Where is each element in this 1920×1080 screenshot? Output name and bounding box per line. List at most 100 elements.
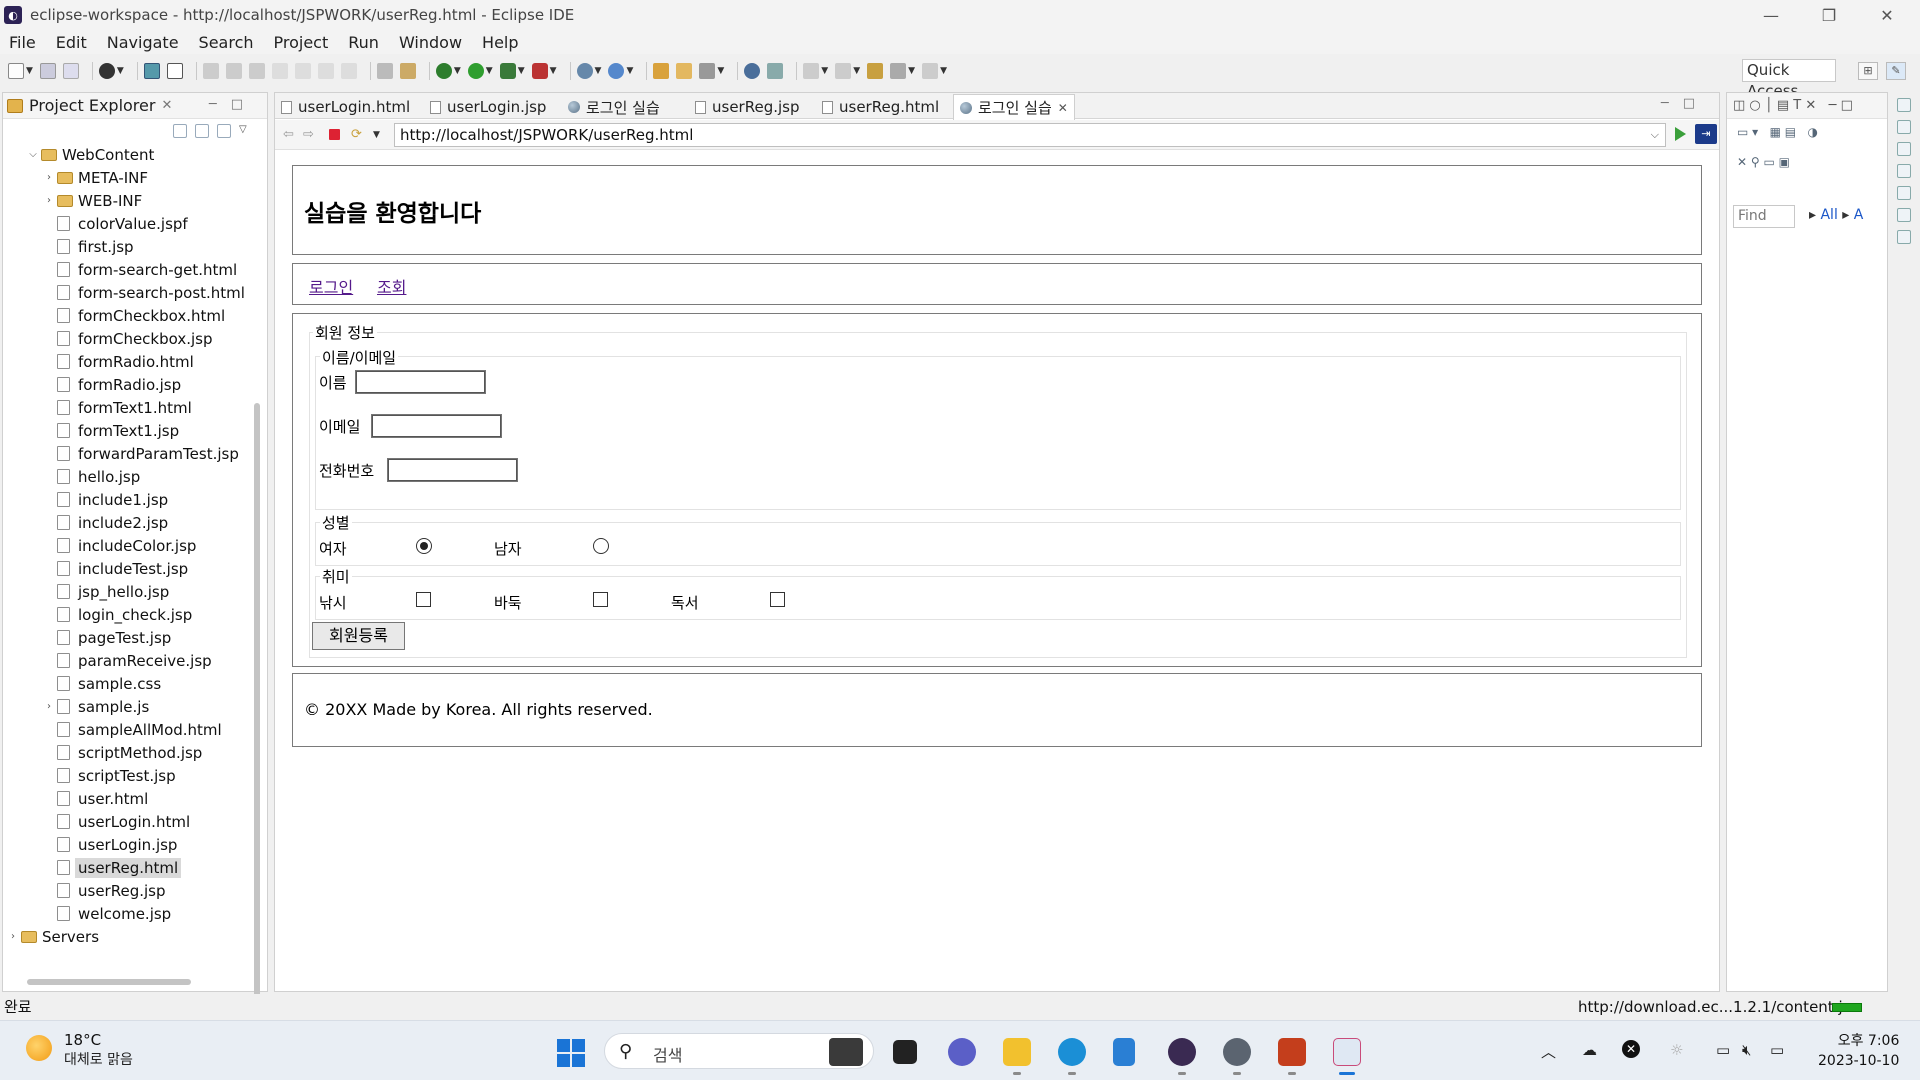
new-java-icon[interactable] [608,63,625,79]
tab-userlogin-jsp[interactable]: userLogin.jsp [430,95,546,119]
menu-window[interactable]: Window [389,33,472,52]
tree-file[interactable]: form-search-post.html [3,281,253,304]
chevron-right-icon[interactable]: › [43,172,55,183]
tree-file[interactable]: formText1.html [3,396,253,419]
chevron-down-icon[interactable]: ▼ [940,66,947,76]
run-icon[interactable] [467,63,484,79]
menu-edit[interactable]: Edit [46,33,97,52]
menu-search[interactable]: Search [189,33,264,52]
all-link[interactable]: All [1820,207,1837,223]
minimize-button[interactable]: — [1742,0,1800,30]
weather-widget[interactable]: 18°C 대체로 맑음 [26,1031,133,1069]
save-all-icon[interactable] [62,63,79,79]
step-into-icon[interactable] [294,63,311,79]
volume-mute-icon[interactable]: 🔇︎ [1742,1041,1751,1059]
url-input[interactable]: http://localhost/JSPWORK/userReg.html ⌵ [394,123,1666,147]
trim-icon[interactable] [1897,120,1911,134]
tree-file[interactable]: forwardParamTest.jsp [3,442,253,465]
name-input[interactable] [355,370,486,394]
tree-file[interactable]: formCheckbox.html [3,304,253,327]
disconnect-icon[interactable] [271,63,288,79]
tree-file[interactable]: hello.jsp [3,465,253,488]
step-return-icon[interactable] [340,63,357,79]
coverage-icon[interactable] [499,63,516,79]
horizontal-scrollbar[interactable] [27,979,191,985]
skip-breakpoints-icon[interactable] [166,63,183,79]
collapse-all-icon[interactable] [173,124,187,138]
new-server-icon[interactable] [576,63,593,79]
chevron-down-icon[interactable]: ▼ [821,66,828,76]
tree-folder[interactable]: › WEB-INF [3,189,253,212]
link-editor-icon[interactable] [195,124,209,138]
step-over-icon[interactable] [317,63,334,79]
close-tab-icon[interactable]: ✕ [1058,101,1068,115]
tree-file[interactable]: includeTest.jsp [3,557,253,580]
network-icon[interactable]: ▭ [1716,1041,1730,1059]
chevron-down-icon[interactable]: ▼ [454,66,461,76]
male-radio[interactable] [593,538,609,554]
chevron-down-icon[interactable]: ▼ [717,66,724,76]
brightness-icon[interactable]: ☼ [1670,1041,1683,1059]
tab-userlogin-html[interactable]: userLogin.html [281,95,410,119]
forward-icon[interactable] [922,63,939,79]
stop-icon[interactable] [329,129,340,140]
reading-checkbox[interactable] [770,592,785,607]
find-input[interactable]: Find [1733,205,1795,228]
notepad-icon[interactable] [1113,1038,1135,1066]
chevron-down-icon[interactable]: ▼ [595,66,602,76]
login-link[interactable]: 로그인 [309,274,353,298]
tree-file[interactable]: userReg.html [3,856,253,879]
tree-file[interactable]: jsp_hello.jsp [3,580,253,603]
tree-file[interactable]: formRadio.jsp [3,373,253,396]
tree-file[interactable]: sampleAllMod.html [3,718,253,741]
menu-project[interactable]: Project [264,33,339,52]
tab-userreg-jsp[interactable]: userReg.jsp [695,95,800,119]
browser-icon[interactable] [744,63,761,79]
tab-login-practice-active[interactable]: 로그인 실습 ✕ [953,94,1075,120]
tree-file[interactable]: include1.jsp [3,488,253,511]
tree-file[interactable]: login_check.jsp [3,603,253,626]
battery-icon[interactable]: ▭ [1770,1041,1784,1059]
chevron-right-icon[interactable]: › [7,931,19,942]
chevron-down-icon[interactable]: ▼ [626,66,633,76]
annotation-icon[interactable] [767,63,784,79]
baduk-checkbox[interactable] [593,592,608,607]
open-external-browser-icon[interactable]: ⇥ [1695,124,1717,144]
fishing-checkbox[interactable] [416,592,431,607]
java-ee-perspective-icon[interactable]: ✎ [1886,62,1906,80]
chevron-down-icon[interactable]: ⌵ [27,149,39,160]
cloud-off-icon[interactable]: ☁ [1582,1041,1597,1059]
tree-file[interactable]: userLogin.jsp [3,833,253,856]
resume-icon[interactable] [202,63,219,79]
trim-icon[interactable] [1897,142,1911,156]
tab-userreg-html[interactable]: userReg.html [822,95,939,119]
refresh-icon[interactable]: ⟳ [351,127,362,142]
open-type-icon[interactable] [653,63,670,79]
editor-minimize-maximize-icons[interactable]: ─□ [1661,96,1709,111]
search-tool-icon[interactable] [699,63,716,79]
tree-file[interactable]: include2.jsp [3,511,253,534]
chevron-down-icon[interactable]: ▼ [908,66,915,76]
view-menu-icon[interactable]: ▽ [239,124,253,138]
tab-login-practice-1[interactable]: 로그인 실습 [568,95,660,119]
snipping-tool-icon[interactable] [1333,1038,1361,1066]
trim-icon[interactable] [1897,186,1911,200]
project-explorer-title[interactable]: Project Explorer [29,96,155,115]
tree-file[interactable]: welcome.jsp [3,902,253,925]
chevron-up-icon[interactable]: ︿ [1541,1041,1556,1062]
tree-file[interactable]: includeColor.jsp [3,534,253,557]
tree-file[interactable]: colorValue.jspf [3,212,253,235]
tree-file[interactable]: formText1.jsp [3,419,253,442]
trim-icon[interactable] [1897,230,1911,244]
tree-folder[interactable]: › META-INF [3,166,253,189]
register-button[interactable]: 회원등록 [312,622,405,650]
eclipse-taskbar-icon[interactable] [1168,1038,1196,1066]
a-link[interactable]: A [1854,207,1864,223]
chevron-down-icon[interactable]: ▼ [373,130,380,140]
go-icon[interactable] [1675,127,1686,141]
x-circle-icon[interactable]: ✕ [1622,1040,1640,1058]
tree-file[interactable]: first.jsp [3,235,253,258]
phone-input[interactable] [387,458,518,482]
filter-icon[interactable] [217,124,231,138]
tree-file[interactable]: › sample.js [3,695,253,718]
